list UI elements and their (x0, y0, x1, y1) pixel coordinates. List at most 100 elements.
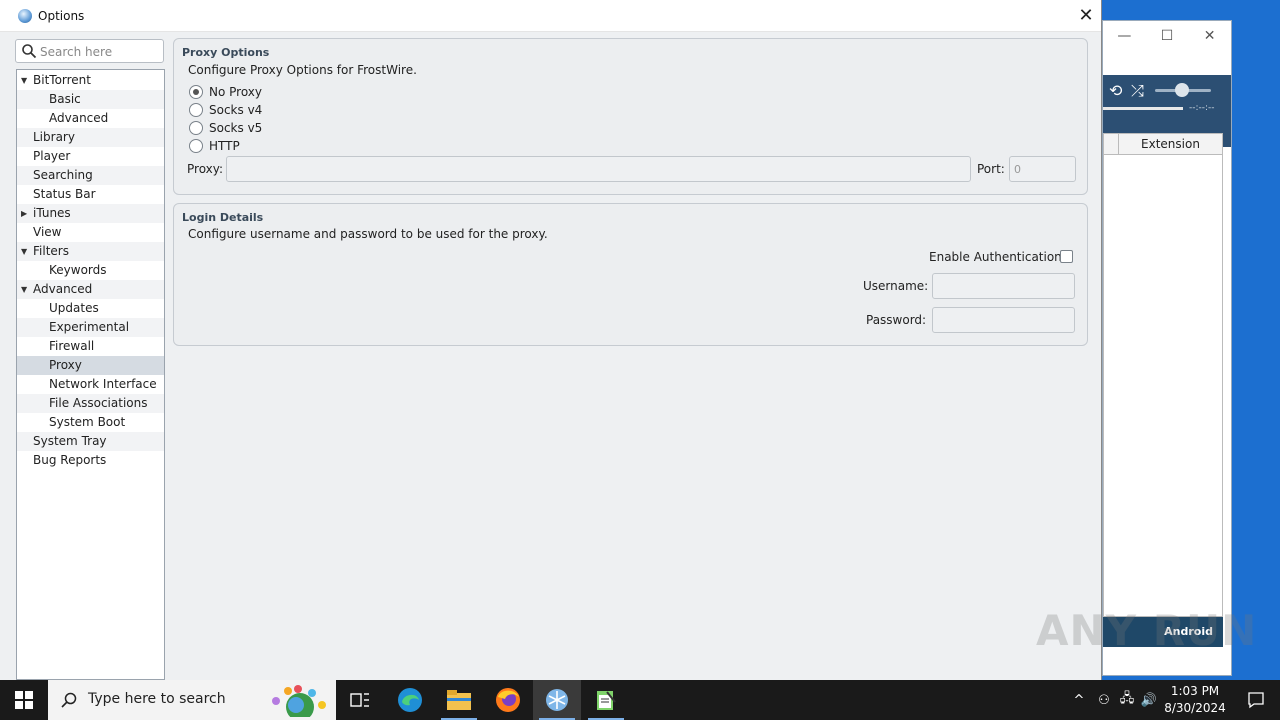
tree-item-label: iTunes (33, 206, 71, 220)
taskbar-search[interactable]: Type here to search (48, 680, 336, 720)
tree-item-filters[interactable]: ▼ Filters (17, 242, 164, 261)
proxy-options-title: Proxy Options (182, 46, 270, 59)
collapsed-triangle-icon[interactable]: ▶ (21, 204, 27, 223)
tree-item-advanced[interactable]: Advanced (17, 109, 164, 128)
radio-http[interactable]: HTTP (189, 138, 240, 154)
tree-item-label: BitTorrent (33, 73, 91, 87)
radio-socks-v4[interactable]: Socks v4 (189, 102, 262, 118)
file-explorer-button[interactable] (435, 680, 483, 720)
radio-label: Socks v5 (209, 121, 263, 135)
folder-icon (447, 690, 471, 710)
chevron-up-icon[interactable]: ^ (1070, 693, 1088, 708)
repeat-icon[interactable]: ⟲ (1109, 81, 1122, 100)
tree-item-basic[interactable]: Basic (17, 90, 164, 109)
tree-item-bittorrent[interactable]: ▼ BitTorrent (17, 71, 164, 90)
tree-item-firewall[interactable]: Firewall (17, 337, 164, 356)
username-input[interactable] (933, 274, 1074, 298)
tree-item-view[interactable]: View (17, 223, 164, 242)
enable-auth-label: Enable Authentication: (929, 250, 1066, 264)
clock-date: 8/30/2024 (1164, 701, 1226, 715)
volume-knob[interactable] (1175, 83, 1189, 97)
taskbar-clock[interactable]: 1:03 PM 8/30/2024 (1160, 683, 1230, 717)
tree-item-label: Advanced (33, 282, 93, 296)
notepad-button[interactable] (582, 680, 630, 720)
close-icon[interactable]: ✕ (1071, 0, 1101, 31)
tree-item-network-interface[interactable]: Network Interface (17, 375, 164, 394)
password-label: Password: (866, 313, 927, 327)
extension-column-header[interactable]: Extension (1119, 134, 1222, 154)
shuffle-icon[interactable]: ⤮ (1131, 81, 1144, 101)
frostwire-button[interactable] (533, 680, 581, 720)
volume-icon[interactable]: 🔊 (1138, 693, 1160, 708)
tree-item-searching[interactable]: Searching (17, 166, 164, 185)
frostwire-main-window: — ☐ ✕ ⟲ ⤮ --:--:-- Extension Android (1102, 20, 1232, 676)
proxy-input[interactable] (227, 157, 970, 181)
search-input[interactable] (38, 42, 162, 62)
radio-no-proxy[interactable]: No Proxy (189, 84, 262, 100)
task-view-icon (350, 693, 369, 707)
login-details-title: Login Details (182, 211, 264, 224)
tree-item-system-boot[interactable]: System Boot (17, 413, 164, 432)
password-input[interactable] (933, 308, 1074, 332)
tree-item-label: Bug Reports (33, 453, 107, 467)
playback-time: --:--:-- (1189, 103, 1215, 113)
radio-circle[interactable] (189, 121, 203, 135)
port-input[interactable] (1010, 157, 1075, 181)
radio-circle[interactable] (189, 85, 203, 99)
radio-socks-v5[interactable]: Socks v5 (189, 120, 262, 136)
firefox-button[interactable] (484, 680, 532, 720)
maximize-button[interactable]: ☐ (1146, 21, 1189, 51)
tree-item-label: View (33, 225, 62, 239)
radio-circle[interactable] (189, 103, 203, 117)
tree-item-updates[interactable]: Updates (17, 299, 164, 318)
search-highlight-icon (272, 685, 326, 717)
tree-item-file-associations[interactable]: File Associations (17, 394, 164, 413)
enable-auth-checkbox[interactable] (1060, 250, 1073, 263)
username-label: Username: (863, 279, 929, 293)
proxy-field (226, 156, 971, 182)
expanded-triangle-icon[interactable]: ▼ (21, 242, 27, 261)
options-tree: ▼ BitTorrent Basic Advanced Library Player Sea… (16, 69, 165, 680)
expanded-triangle-icon[interactable]: ▼ (21, 71, 27, 90)
tree-item-keywords[interactable]: Keywords (17, 261, 164, 280)
tree-item-bug-reports[interactable]: Bug Reports (17, 451, 164, 470)
login-details-description: Configure username and password to be us… (188, 227, 548, 241)
expanded-triangle-icon[interactable]: ▼ (21, 280, 27, 299)
login-details-panel: Login Details Configure username and pas… (173, 203, 1088, 346)
tree-item-player[interactable]: Player (17, 147, 164, 166)
tree-item-system-tray[interactable]: System Tray (17, 432, 164, 451)
tree-item-library[interactable]: Library (17, 128, 164, 147)
tree-item-label: Library (33, 130, 75, 144)
progress-bar[interactable] (1103, 107, 1183, 110)
radio-label: No Proxy (209, 85, 263, 99)
tree-item-label: Searching (33, 168, 93, 182)
tree-item-label: Basic (49, 92, 81, 106)
radio-circle[interactable] (189, 139, 203, 153)
tree-item-label: Advanced (49, 111, 109, 125)
edge-icon (398, 688, 422, 712)
tree-item-label: Firewall (49, 339, 95, 353)
notifications-button[interactable] (1232, 680, 1280, 720)
options-search (15, 39, 164, 63)
tree-item-proxy[interactable]: Proxy (17, 356, 164, 375)
dialog-titlebar: Options ✕ (0, 0, 1101, 32)
tree-item-label: Proxy (49, 358, 82, 372)
start-button[interactable] (0, 680, 48, 720)
tree-item-experimental[interactable]: Experimental (17, 318, 164, 337)
search-icon (22, 44, 37, 59)
network-icon[interactable]: 🖧 (1116, 689, 1138, 711)
results-list[interactable] (1103, 155, 1223, 617)
tree-item-label: Experimental (49, 320, 130, 334)
task-view-button[interactable] (336, 680, 384, 720)
people-icon[interactable]: ⚇ (1092, 693, 1116, 708)
tree-item-advanced[interactable]: ▼ Advanced (17, 280, 164, 299)
close-button[interactable]: ✕ (1188, 21, 1231, 51)
window-controls: — ☐ ✕ (1103, 21, 1231, 51)
tree-item-itunes[interactable]: ▶ iTunes (17, 204, 164, 223)
minimize-button[interactable]: — (1103, 21, 1146, 51)
port-label: Port: (977, 162, 1005, 176)
tree-item-status-bar[interactable]: Status Bar (17, 185, 164, 204)
tree-item-label: System Boot (49, 415, 126, 429)
frostwire-icon (546, 689, 568, 711)
edge-button[interactable] (386, 680, 434, 720)
